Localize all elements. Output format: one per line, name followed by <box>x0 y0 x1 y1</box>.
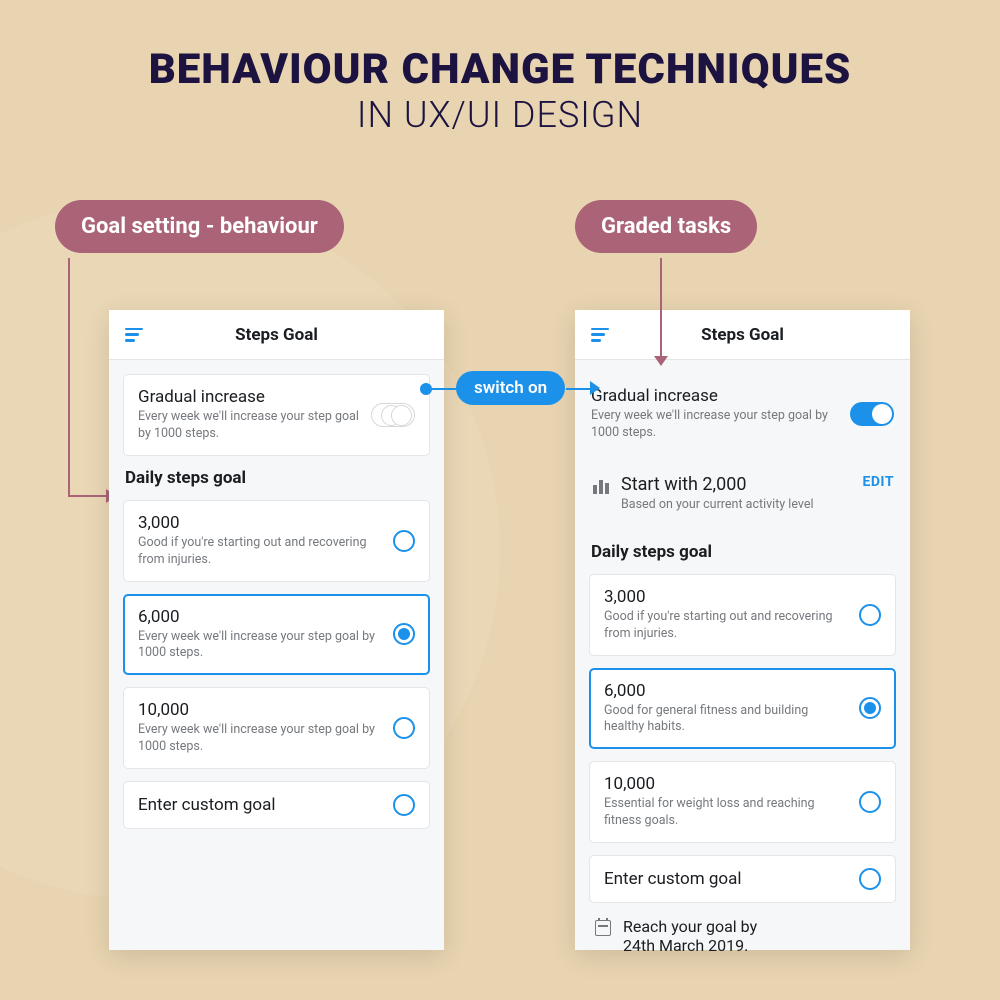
title-sub: IN UX/UI DESIGN <box>0 94 1000 136</box>
radio-3000[interactable] <box>393 530 415 552</box>
option-sub: Good for general fitness and building he… <box>604 703 851 737</box>
edit-button[interactable]: EDIT <box>862 474 894 490</box>
gradual-increase-row[interactable]: Gradual increase Every week we'll increa… <box>589 374 896 454</box>
daily-goal-section: Daily steps goal <box>125 468 428 488</box>
gradual-increase-row[interactable]: Gradual increase Every week we'll increa… <box>123 374 430 456</box>
option-6000[interactable]: 6,000 Every week we'll increase your ste… <box>123 594 430 676</box>
option-title: 3,000 <box>138 513 385 533</box>
option-title: 6,000 <box>604 681 851 701</box>
app-header: Steps Goal <box>575 310 910 360</box>
reach-line-1: Reach your goal by <box>623 917 757 936</box>
bar-chart-icon <box>593 478 611 494</box>
start-title: Start with 2,000 <box>621 474 862 495</box>
option-sub: Good if you're starting out and recoveri… <box>604 609 851 643</box>
gradual-toggle[interactable] <box>371 403 415 427</box>
gradual-title: Gradual increase <box>591 386 842 406</box>
start-sub: Based on your current activity level <box>621 497 862 512</box>
switch-connector-arrow <box>590 381 600 395</box>
option-custom[interactable]: Enter custom goal <box>123 781 430 829</box>
option-10000[interactable]: 10,000 Essential for weight loss and rea… <box>589 761 896 843</box>
calendar-icon <box>595 920 611 936</box>
title-main: BEHAVIOUR CHANGE TECHNIQUES <box>0 45 1000 94</box>
radio-6000[interactable] <box>859 697 881 719</box>
app-header: Steps Goal <box>109 310 444 360</box>
switch-connector-line-right <box>566 388 592 390</box>
gradual-sub: Every week we'll increase your step goal… <box>138 409 363 443</box>
option-title: Enter custom goal <box>138 795 385 815</box>
screen-goal-setting: Steps Goal Gradual increase Every week w… <box>109 310 444 950</box>
radio-10000[interactable] <box>859 791 881 813</box>
option-title: 10,000 <box>138 700 385 720</box>
radio-10000[interactable] <box>393 717 415 739</box>
arrow-right <box>653 258 673 366</box>
gradual-title: Gradual increase <box>138 387 363 407</box>
gradual-toggle[interactable] <box>850 402 894 426</box>
option-title: 3,000 <box>604 587 851 607</box>
option-3000[interactable]: 3,000 Good if you're starting out and re… <box>589 574 896 656</box>
gradual-sub: Every week we'll increase your step goal… <box>591 408 842 442</box>
label-goal-setting: Goal setting - behaviour <box>55 200 344 253</box>
option-custom[interactable]: Enter custom goal <box>589 855 896 903</box>
radio-3000[interactable] <box>859 604 881 626</box>
start-with-row: Start with 2,000 Based on your current a… <box>589 466 896 530</box>
radio-custom[interactable] <box>393 794 415 816</box>
option-title: Enter custom goal <box>604 869 851 889</box>
page-heading: BEHAVIOUR CHANGE TECHNIQUES IN UX/UI DES… <box>0 0 1000 136</box>
screen-title: Steps Goal <box>575 325 910 345</box>
option-title: 10,000 <box>604 774 851 794</box>
option-sub: Every week we'll increase your step goal… <box>138 629 385 663</box>
option-6000[interactable]: 6,000 Good for general fitness and build… <box>589 668 896 750</box>
option-10000[interactable]: 10,000 Every week we'll increase your st… <box>123 687 430 769</box>
screen-title: Steps Goal <box>109 325 444 345</box>
daily-goal-section: Daily steps goal <box>591 542 894 562</box>
option-sub: Good if you're starting out and recoveri… <box>138 535 385 569</box>
option-3000[interactable]: 3,000 Good if you're starting out and re… <box>123 500 430 582</box>
radio-custom[interactable] <box>859 868 881 890</box>
radio-6000[interactable] <box>393 623 415 645</box>
switch-connector-dot <box>420 383 432 395</box>
screen-graded-tasks: Steps Goal Gradual increase Every week w… <box>575 310 910 950</box>
reach-line-2: 24th March 2019. <box>623 936 757 955</box>
option-title: 6,000 <box>138 607 385 627</box>
reach-goal-row: Reach your goal by 24th March 2019. <box>589 915 896 955</box>
option-sub: Essential for weight loss and reaching f… <box>604 796 851 830</box>
option-sub: Every week we'll increase your step goal… <box>138 722 385 756</box>
switch-on-label: switch on <box>456 371 565 405</box>
label-graded-tasks: Graded tasks <box>575 200 757 253</box>
